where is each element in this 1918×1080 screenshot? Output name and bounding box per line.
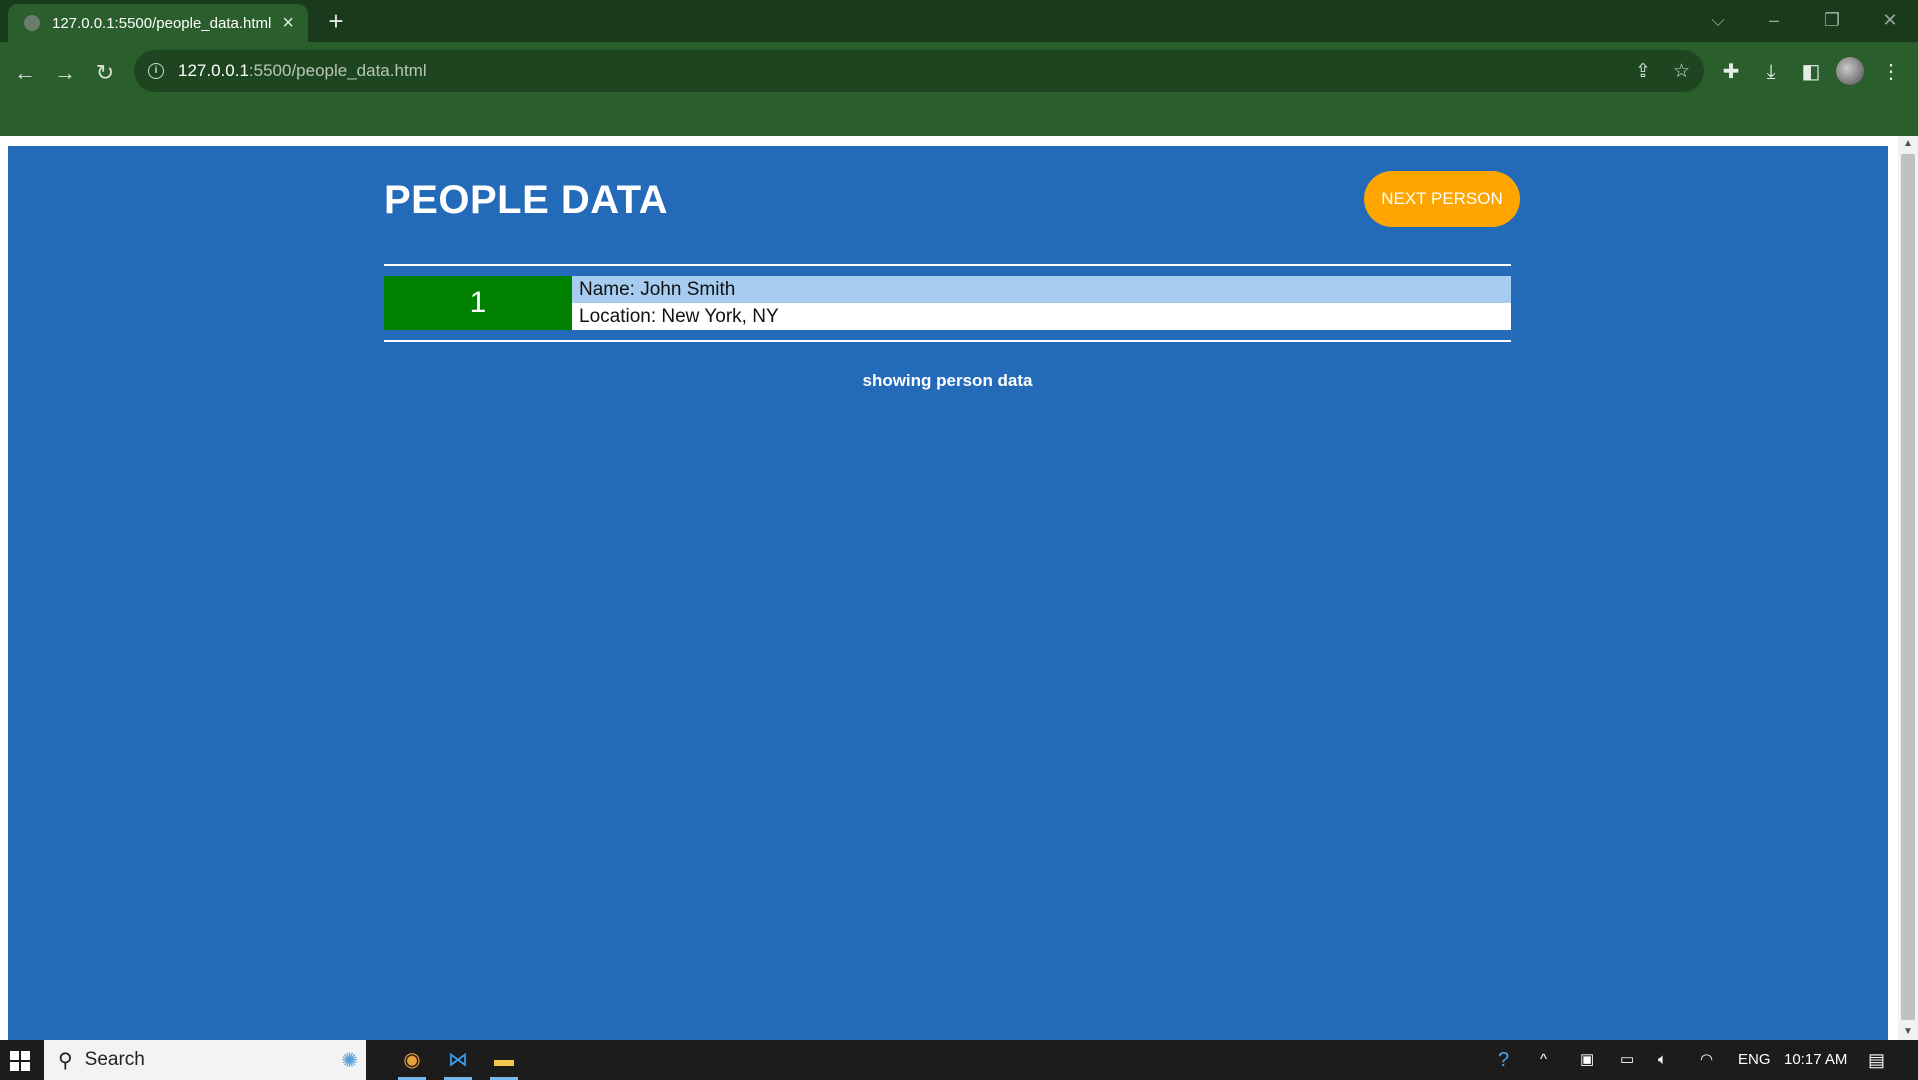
new-tab-button[interactable]: +	[322, 7, 350, 35]
search-highlight-icon: ✺	[341, 1049, 358, 1072]
help-icon[interactable]: ?	[1498, 1040, 1509, 1080]
file-explorer-icon[interactable]: ▬	[484, 1044, 524, 1080]
page-title: PEOPLE DATA	[384, 178, 669, 222]
tab-search-icon[interactable]: ⌵	[1698, 6, 1738, 34]
person-details: Name: John Smith Location: New York, NY	[572, 276, 1511, 330]
browser-toolbar: ← → ↻ i 127.0.0.1:5500/people_data.html …	[0, 42, 1918, 136]
language-indicator[interactable]: ENG	[1738, 1040, 1771, 1080]
forward-button[interactable]: →	[48, 56, 82, 90]
person-card: 1 Name: John Smith Location: New York, N…	[384, 276, 1511, 330]
extensions-icon[interactable]: ✚	[1714, 55, 1748, 89]
search-label: Search	[84, 1049, 145, 1070]
wifi-icon[interactable]: ◠	[1700, 1040, 1713, 1080]
browser-tab[interactable]: 127.0.0.1:5500/people_data.html ×	[8, 4, 308, 42]
minimize-button[interactable]: –	[1754, 6, 1794, 34]
url-host: 127.0.0.1	[178, 61, 249, 80]
side-panel-icon[interactable]: ◧	[1794, 55, 1828, 89]
share-icon[interactable]: ⇪	[1635, 60, 1651, 83]
battery-icon[interactable]: ▭	[1620, 1040, 1634, 1080]
page-viewport: PEOPLE DATA NEXT PERSON 1 Name: John Smi…	[0, 136, 1918, 1040]
person-name: Name: John Smith	[572, 276, 1511, 303]
scroll-down-icon[interactable]: ▼	[1898, 1026, 1918, 1037]
volume-icon[interactable]: 🔈︎	[1658, 1040, 1667, 1080]
url-path: :5500/people_data.html	[248, 61, 427, 80]
person-location: Location: New York, NY	[572, 303, 1511, 330]
person-id: 1	[384, 276, 572, 330]
browser-tab-strip: 127.0.0.1:5500/people_data.html × + ⌵ – …	[0, 0, 1918, 42]
tab-title: 127.0.0.1:5500/people_data.html	[52, 14, 272, 32]
meet-now-icon[interactable]: ▣	[1580, 1040, 1594, 1080]
taskbar: ⚲ Search ✺ ◉ ⋈ ▬ ? ^ ▣ ▭ 🔈︎ ◠ ENG 10:17 …	[0, 1040, 1918, 1080]
menu-icon[interactable]: ⋮	[1874, 55, 1908, 89]
windows-start-icon[interactable]	[10, 1051, 30, 1071]
close-tab-icon[interactable]: ×	[282, 13, 294, 33]
address-bar[interactable]: i 127.0.0.1:5500/people_data.html ⇪ ☆	[134, 50, 1704, 92]
bottom-divider	[384, 340, 1511, 342]
notifications-icon[interactable]: ▤	[1868, 1040, 1885, 1080]
profile-avatar[interactable]	[1836, 57, 1864, 85]
page-body: PEOPLE DATA NEXT PERSON 1 Name: John Smi…	[8, 146, 1888, 1040]
search-icon: ⚲	[58, 1049, 73, 1072]
restore-button[interactable]: ❐	[1812, 6, 1852, 34]
status-text: showing person data	[862, 371, 1033, 390]
scrollbar[interactable]: ▲ ▼	[1898, 136, 1918, 1040]
close-window-button[interactable]: ✕	[1870, 6, 1910, 34]
scroll-thumb[interactable]	[1901, 154, 1915, 1020]
globe-icon	[24, 15, 40, 31]
clock[interactable]: 10:17 AM	[1784, 1040, 1847, 1080]
next-person-button[interactable]: NEXT PERSON	[1364, 171, 1520, 227]
top-divider	[384, 264, 1511, 266]
info-icon[interactable]: i	[148, 63, 164, 79]
show-hidden-icons-icon[interactable]: ^	[1540, 1040, 1547, 1080]
back-button[interactable]: ←	[8, 56, 42, 90]
download-icon[interactable]: ⤓	[1754, 55, 1788, 89]
taskbar-search[interactable]: ⚲ Search ✺	[44, 1040, 366, 1080]
reload-button[interactable]: ↻	[88, 56, 122, 90]
chrome-app-icon[interactable]: ◉	[392, 1044, 432, 1080]
scroll-up-icon[interactable]: ▲	[1898, 138, 1918, 149]
vscode-app-icon[interactable]: ⋈	[438, 1044, 478, 1080]
bookmark-star-icon[interactable]: ☆	[1673, 60, 1690, 83]
